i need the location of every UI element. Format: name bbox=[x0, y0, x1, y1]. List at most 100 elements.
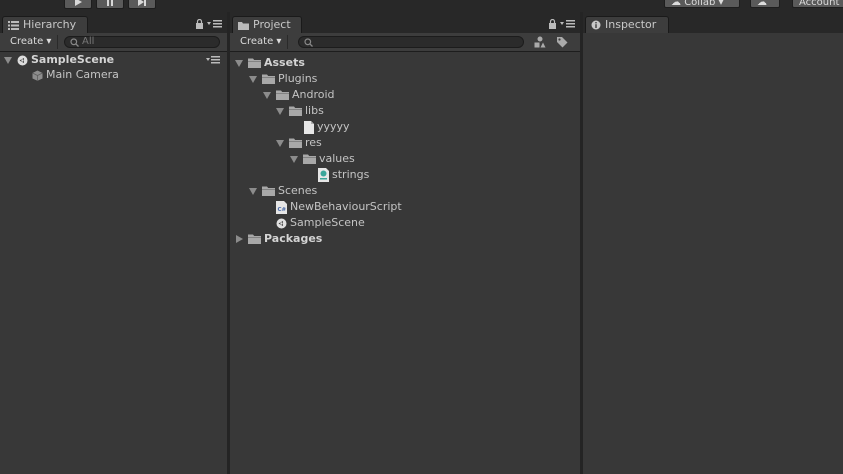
inspector-tabstrip: Inspector bbox=[583, 12, 843, 33]
project-toolbar: Create ▾ bbox=[230, 33, 580, 52]
main-toolbar: ☁ Collab ▾ ☁ Account bbox=[0, 0, 843, 12]
play-icon bbox=[75, 0, 82, 6]
folder-icon bbox=[262, 186, 275, 196]
project-search-input[interactable] bbox=[298, 36, 524, 48]
tree-item-res[interactable]: res bbox=[276, 135, 322, 151]
folder-icon bbox=[238, 21, 249, 30]
tree-item-scenes[interactable]: Scenes bbox=[249, 183, 317, 199]
tab-hierarchy[interactable]: Hierarchy bbox=[2, 16, 88, 33]
tree-item-android[interactable]: Android bbox=[263, 87, 335, 103]
tree-item-yyyyy[interactable]: yyyyy bbox=[304, 119, 350, 135]
folder-icon bbox=[289, 106, 302, 116]
expand-triangle-icon[interactable] bbox=[276, 107, 284, 115]
hierarchy-tabstrip: Hierarchy bbox=[0, 12, 227, 33]
csharp-script-icon: C# bbox=[276, 200, 287, 214]
gameobject-cube-icon bbox=[32, 70, 43, 81]
hierarchy-item-main-camera[interactable]: Main Camera bbox=[32, 67, 119, 83]
folder-icon bbox=[303, 154, 316, 164]
panel-menu-icon[interactable] bbox=[207, 20, 223, 28]
account-label: Account bbox=[799, 0, 840, 8]
expand-triangle-icon[interactable] bbox=[249, 187, 257, 195]
panel-menu-icon[interactable] bbox=[560, 20, 576, 28]
tree-item-label: Android bbox=[292, 88, 335, 101]
hierarchy-item-label: Main Camera bbox=[46, 68, 119, 81]
tree-item-label: Plugins bbox=[278, 72, 318, 85]
tree-item-label: Scenes bbox=[278, 184, 318, 197]
play-button[interactable] bbox=[64, 0, 92, 9]
tree-item-assets[interactable]: Assets bbox=[235, 55, 305, 71]
expand-triangle-icon[interactable] bbox=[4, 56, 12, 64]
pause-icon bbox=[107, 0, 113, 6]
tree-item-label: libs bbox=[305, 104, 324, 117]
tab-hierarchy-label: Hierarchy bbox=[23, 18, 77, 31]
tree-item-label: SampleScene bbox=[290, 216, 365, 229]
project-tab-tools bbox=[548, 19, 576, 29]
hierarchy-search-placeholder: All bbox=[82, 36, 95, 47]
tree-item-strings[interactable]: strings bbox=[318, 167, 369, 183]
pause-button[interactable] bbox=[96, 0, 124, 9]
tab-project[interactable]: Project bbox=[232, 16, 302, 33]
step-button[interactable] bbox=[128, 0, 156, 9]
search-icon bbox=[304, 37, 313, 47]
tree-item-label: strings bbox=[332, 168, 370, 181]
folder-icon bbox=[248, 234, 261, 244]
cloud-icon: ☁ bbox=[671, 0, 681, 8]
search-by-label-icon[interactable] bbox=[556, 36, 568, 48]
project-content: Assets Plugins Android libs yyyyy res va… bbox=[230, 52, 580, 474]
tree-item-libs[interactable]: libs bbox=[276, 103, 324, 119]
tree-item-label: Assets bbox=[264, 56, 305, 69]
tree-item-label: NewBehaviourScript bbox=[290, 200, 402, 213]
scene-name: SampleScene bbox=[31, 53, 115, 66]
project-panel: Project Create ▾ Assets Plugins Android … bbox=[230, 12, 580, 474]
expand-triangle-icon[interactable] bbox=[263, 91, 271, 99]
project-create-button[interactable]: Create ▾ bbox=[234, 35, 289, 49]
inspector-content bbox=[583, 33, 843, 474]
folder-icon bbox=[276, 90, 289, 100]
tree-item-label: Packages bbox=[264, 232, 323, 245]
unity-scene-icon bbox=[276, 218, 287, 228]
tree-item-label: res bbox=[305, 136, 322, 149]
cloud-services-icon: ☁ bbox=[757, 0, 767, 8]
project-tabstrip: Project bbox=[230, 12, 580, 33]
tree-item-newbehaviourscript[interactable]: C# NewBehaviourScript bbox=[276, 199, 402, 215]
hierarchy-content: SampleScene Main Camera bbox=[0, 52, 227, 474]
expand-triangle-icon[interactable] bbox=[235, 59, 243, 67]
list-icon bbox=[8, 20, 19, 30]
search-icon bbox=[70, 37, 79, 47]
account-button[interactable]: Account bbox=[792, 0, 843, 8]
expand-triangle-icon[interactable] bbox=[290, 155, 298, 163]
collab-label: Collab ▾ bbox=[684, 0, 724, 8]
scene-menu-icon[interactable] bbox=[206, 56, 220, 64]
expand-triangle-icon[interactable] bbox=[249, 75, 257, 83]
hierarchy-toolbar: Create ▾ All bbox=[0, 33, 227, 52]
tree-item-values[interactable]: values bbox=[290, 151, 355, 167]
expand-triangle-icon[interactable] bbox=[276, 139, 284, 147]
hierarchy-create-button[interactable]: Create ▾ bbox=[4, 35, 59, 49]
tree-item-packages[interactable]: Packages bbox=[236, 231, 322, 247]
tree-item-plugins[interactable]: Plugins bbox=[249, 71, 317, 87]
collab-button[interactable]: ☁ Collab ▾ bbox=[664, 0, 740, 8]
hierarchy-panel: Hierarchy Create ▾ All SampleScene Main … bbox=[0, 12, 227, 474]
file-icon bbox=[304, 120, 314, 134]
folder-icon bbox=[289, 138, 302, 148]
tree-item-samplescene[interactable]: SampleScene bbox=[276, 215, 365, 231]
inspector-panel: Inspector bbox=[583, 12, 843, 474]
xml-file-icon bbox=[318, 168, 329, 182]
tab-inspector-label: Inspector bbox=[605, 18, 657, 31]
tree-item-label: values bbox=[319, 152, 355, 165]
tab-project-label: Project bbox=[253, 18, 291, 31]
info-icon bbox=[591, 20, 601, 30]
scene-row[interactable]: SampleScene bbox=[4, 52, 222, 68]
step-icon bbox=[138, 0, 146, 6]
tree-item-label: yyyyy bbox=[317, 120, 350, 133]
svg-text:C#: C# bbox=[278, 207, 287, 213]
folder-icon bbox=[262, 74, 275, 84]
collapse-triangle-icon[interactable] bbox=[236, 235, 243, 243]
hierarchy-tab-tools bbox=[195, 19, 223, 29]
lock-icon[interactable] bbox=[548, 19, 557, 29]
search-by-type-icon[interactable] bbox=[534, 36, 546, 48]
cloud-button[interactable]: ☁ bbox=[750, 0, 780, 8]
lock-icon[interactable] bbox=[195, 19, 204, 29]
hierarchy-search-input[interactable]: All bbox=[64, 36, 220, 48]
tab-inspector[interactable]: Inspector bbox=[585, 16, 669, 33]
